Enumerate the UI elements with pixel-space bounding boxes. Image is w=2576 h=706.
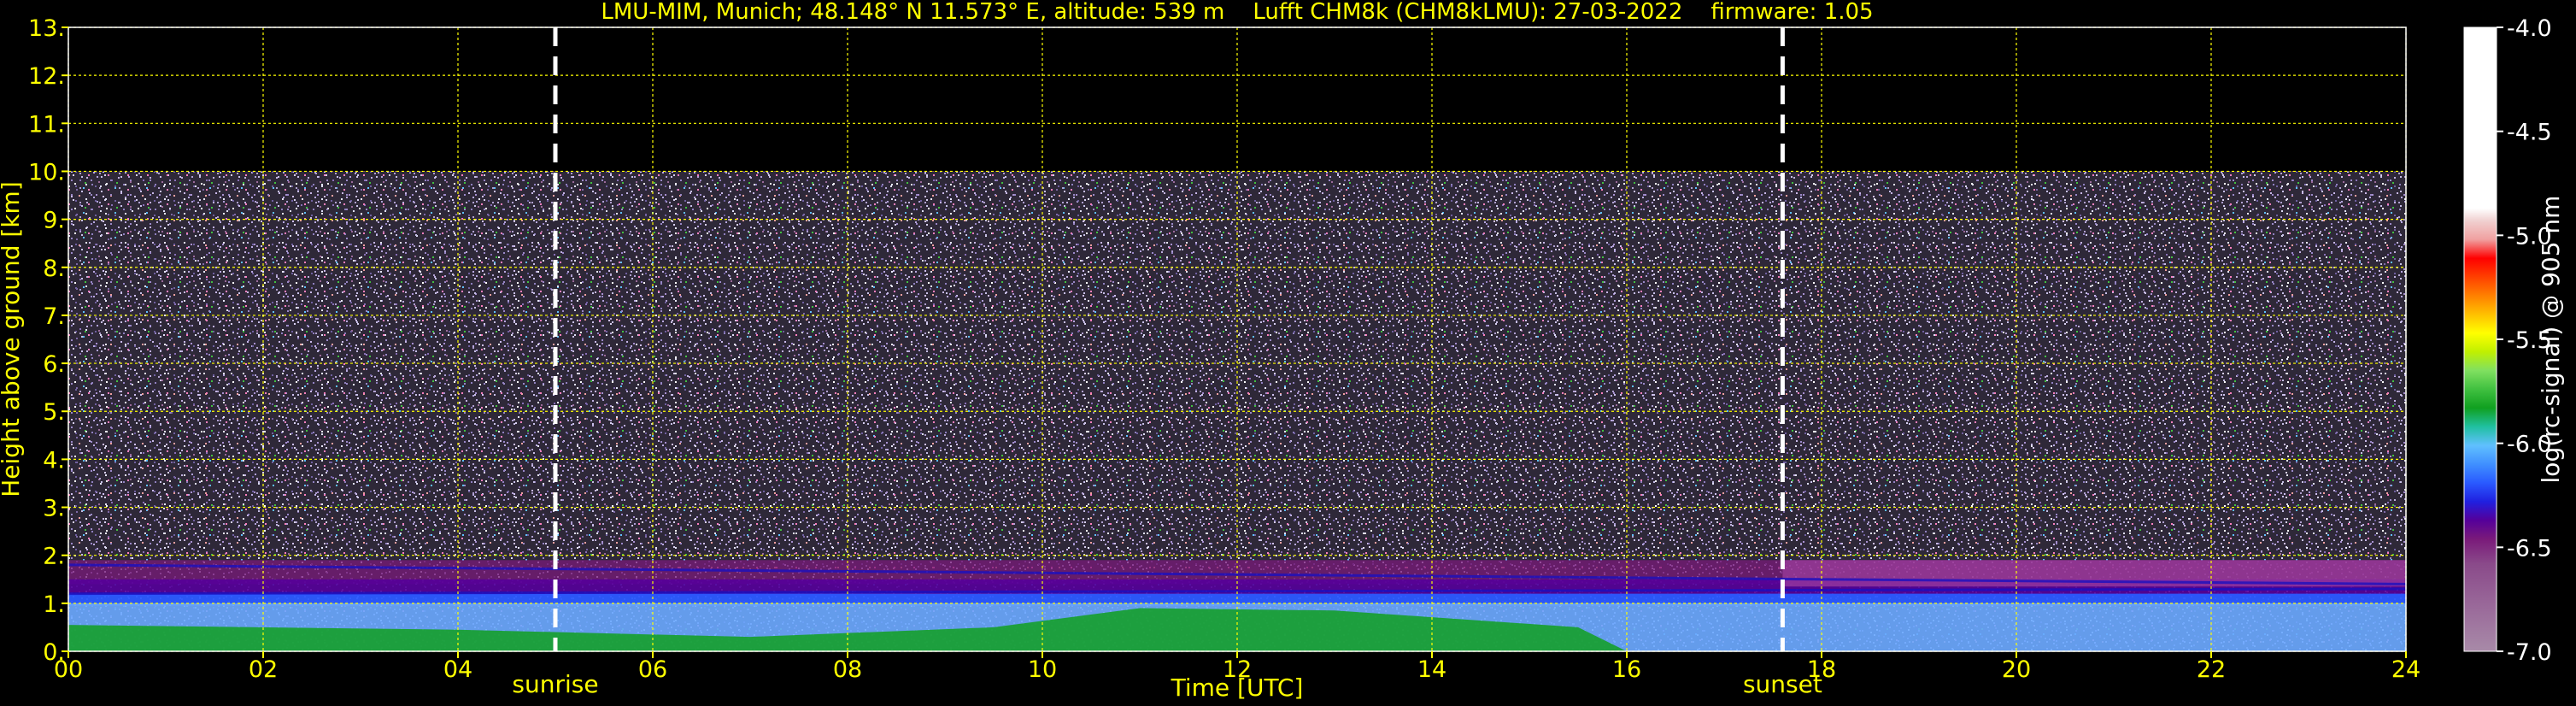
colorbar: -7.0-6.5-6.0-5.5-5.0-4.5-4.0 log(rc-sign… xyxy=(2463,15,2565,666)
x-tick-label: 16 xyxy=(1612,656,1641,683)
y-axis-label: Height above ground [km] xyxy=(0,181,25,497)
y-tick-label: 7. xyxy=(43,303,65,330)
x-tick-label: 24 xyxy=(2391,656,2421,683)
y-tick-label: 2. xyxy=(43,544,65,570)
y-tick-label: 11. xyxy=(28,111,65,138)
colorbar-label: log(rc-signal) @ 905 nm xyxy=(2537,196,2565,484)
y-tick-label: 4. xyxy=(43,447,65,474)
y-tick-label: 10. xyxy=(28,159,65,185)
y-tick-label: 1. xyxy=(43,591,65,618)
colorbar-gradient xyxy=(2463,26,2497,652)
y-tick-label: 0. xyxy=(43,639,65,666)
x-axis-label: Time [UTC] xyxy=(1171,674,1304,702)
x-tick-label: 18 xyxy=(1807,656,1836,683)
x-tick-label: 08 xyxy=(833,656,862,683)
chart-title: LMU-MIM, Munich; 48.148° N 11.573° E, al… xyxy=(601,0,1873,25)
event-label-sunrise: sunrise xyxy=(512,670,598,698)
x-tick-label: 14 xyxy=(1417,656,1446,683)
x-tick-label: 02 xyxy=(249,656,278,683)
y-axis-ticks: 0. 1. 2. 3. 4. 5. 6. 7. 8. 9. 10. 11. 12. 13. xyxy=(28,15,68,666)
y-tick-label: 12. xyxy=(28,63,65,90)
x-tick-label: 20 xyxy=(2002,656,2031,683)
x-tick-label: 10 xyxy=(1028,656,1057,683)
colorbar-tick-label: -4.0 xyxy=(2507,15,2552,42)
y-tick-label: 9. xyxy=(43,208,65,234)
colorbar-tick-label: -7.0 xyxy=(2507,639,2552,666)
colorbar-tick-label: -6.5 xyxy=(2507,535,2552,562)
y-tick-label: 5. xyxy=(43,399,65,426)
y-tick-label: 8. xyxy=(43,256,65,282)
x-tick-label: 22 xyxy=(2197,656,2226,683)
x-tick-label: 04 xyxy=(443,656,472,683)
ceilometer-figure: sunrise sunset 00 02 04 06 08 10 12 14 16 18 20 22 24… xyxy=(0,0,2565,702)
colorbar-tick-label: -4.5 xyxy=(2507,120,2552,146)
y-tick-label: 13. xyxy=(28,15,65,42)
x-tick-label: 06 xyxy=(638,656,667,683)
y-tick-label: 3. xyxy=(43,496,65,522)
y-tick-label: 6. xyxy=(43,351,65,378)
